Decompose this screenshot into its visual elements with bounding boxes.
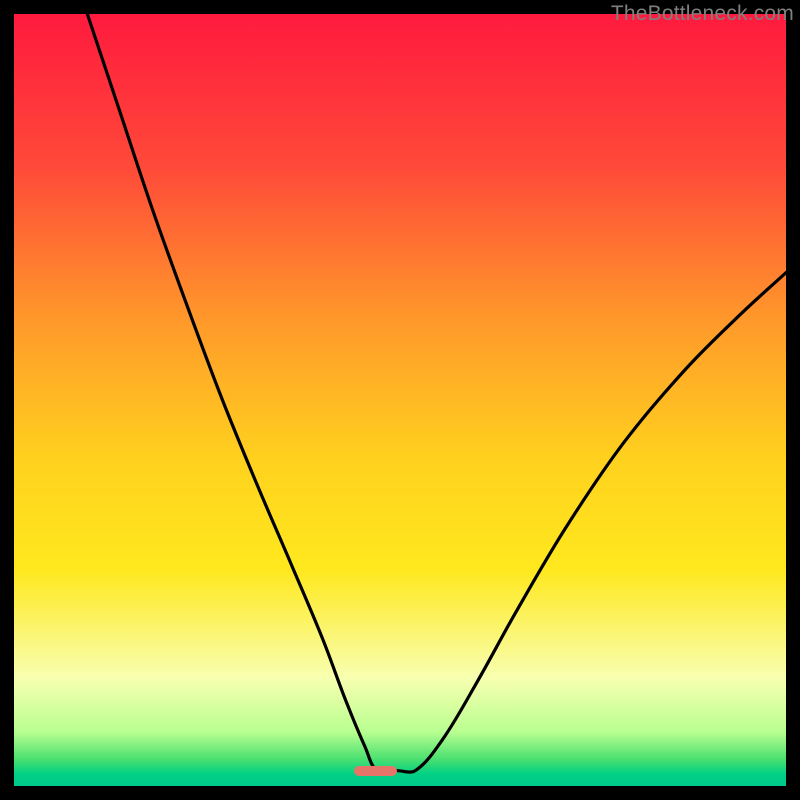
plot-area [14,14,786,786]
watermark-text: TheBottleneck.com [611,2,794,26]
optimum-marker [354,766,396,776]
bottleneck-curve [14,14,786,786]
chart-stage: TheBottleneck.com [0,0,800,800]
